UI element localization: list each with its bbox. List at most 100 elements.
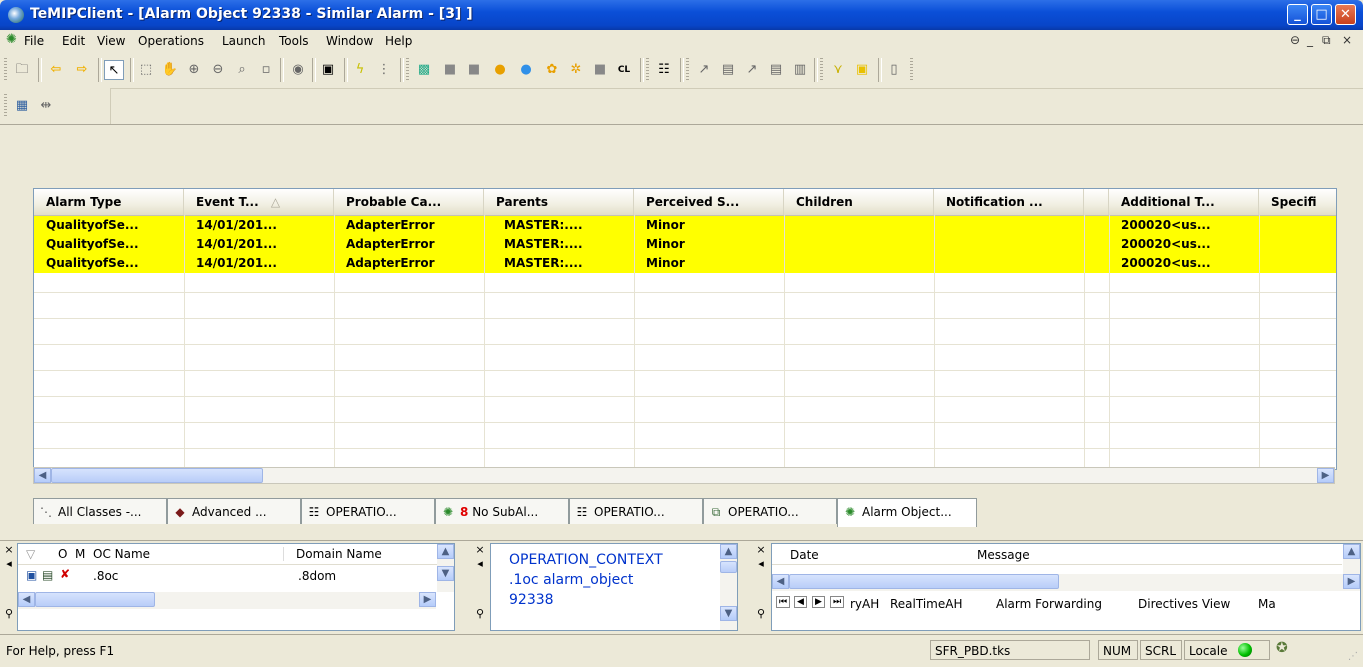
clear-alarm-icon[interactable]: ✲	[566, 60, 586, 80]
log-vertical-scrollbar[interactable]: ▲	[1343, 544, 1360, 574]
menu-window[interactable]: Window	[326, 34, 373, 48]
zoom-in-icon[interactable]: ⊕	[184, 60, 204, 80]
dock-close-button[interactable]: ×	[473, 543, 487, 556]
dock-arrow-icon[interactable]: ◂	[473, 557, 487, 570]
log-tab-realtime-ah[interactable]: RealTimeAH	[890, 597, 962, 611]
scroll-right-button[interactable]: ▶	[419, 592, 436, 607]
tab-advanced[interactable]: ◆ Advanced ...	[167, 498, 301, 524]
first-tab-button[interactable]: ⏮	[776, 596, 791, 608]
scroll-left-button[interactable]: ◀	[772, 574, 789, 589]
dock-arrow-icon[interactable]: ◂	[2, 557, 16, 570]
database-icon[interactable]: ▥	[790, 60, 810, 80]
zoom-fit-icon[interactable]: ▫	[256, 60, 276, 80]
column-header-blank[interactable]	[1084, 189, 1109, 215]
oc-horizontal-scrollbar[interactable]: ◀ ▶	[18, 592, 436, 609]
menu-tools[interactable]: Tools	[279, 34, 309, 48]
back-arrow-icon[interactable]: ⇦	[46, 60, 66, 80]
scroll-down-button[interactable]: ▼	[720, 606, 737, 621]
menu-view[interactable]: View	[97, 34, 125, 48]
notes-icon[interactable]: ▣	[852, 60, 872, 80]
tab-all-classes[interactable]: ⋱ All Classes -...	[33, 498, 167, 524]
tab-no-suballarm[interactable]: ✺ 8 No SubAl...	[435, 498, 569, 524]
column-header-parents[interactable]: Parents	[484, 189, 634, 215]
scroll-right-button[interactable]: ▶	[1343, 574, 1360, 589]
command-line-icon[interactable]: CL	[614, 60, 634, 80]
properties-icon[interactable]: ☷	[654, 60, 674, 80]
column-header-additional-text[interactable]: Additional T...	[1109, 189, 1259, 215]
dock-pin-icon[interactable]: ⚲	[2, 607, 16, 620]
zoom-out-icon[interactable]: ⊖	[208, 60, 228, 80]
dock-arrow-icon[interactable]: ◂	[754, 557, 768, 570]
document-icon[interactable]: ▯	[884, 60, 904, 80]
globe-icon[interactable]: ◉	[288, 60, 308, 80]
tab-alarm-object[interactable]: ✺ Alarm Object...	[837, 498, 977, 527]
filter-icon[interactable]: ▽	[26, 547, 35, 561]
dock-pin-icon[interactable]: ⚲	[473, 607, 487, 620]
handle-alarm-icon[interactable]: ●	[490, 60, 510, 80]
column-header-notification[interactable]: Notification ...	[934, 189, 1084, 215]
dock-close-button[interactable]: ×	[754, 543, 768, 556]
mdi-close-button[interactable]: ×	[1342, 33, 1352, 47]
scroll-thumb[interactable]	[789, 574, 1059, 589]
scroll-up-button[interactable]: ▲	[720, 544, 737, 559]
minimize-button[interactable]: _	[1287, 4, 1308, 25]
scroll-thumb[interactable]	[35, 592, 155, 607]
column-header-specific[interactable]: Specifi	[1259, 189, 1336, 215]
next-tab-button[interactable]: ▶	[812, 596, 825, 608]
filter-icon[interactable]: ⋎	[828, 60, 848, 80]
pan-hand-icon[interactable]: ✋	[160, 60, 180, 80]
scroll-left-button[interactable]: ◀	[18, 592, 35, 607]
close-button[interactable]: ✕	[1335, 4, 1356, 25]
panel-icon[interactable]: ▤	[766, 60, 786, 80]
prev-tab-button[interactable]: ◀	[794, 596, 807, 608]
oc-column-domain[interactable]: Domain Name	[283, 547, 382, 561]
log-tab-more[interactable]: Ma	[1258, 597, 1276, 611]
log-column-message[interactable]: Message	[977, 548, 1030, 562]
assign-alarm-icon[interactable]: ✿	[542, 60, 562, 80]
table-row[interactable]: QualityofSe... 14/01/201... AdapterError…	[34, 216, 1336, 235]
menu-edit[interactable]: Edit	[62, 34, 85, 48]
column-header-alarm-type[interactable]: Alarm Type	[34, 189, 184, 215]
dock-pin-icon[interactable]: ⚲	[754, 607, 768, 620]
pointer-select-icon[interactable]: ↖	[104, 60, 124, 80]
menu-launch[interactable]: Launch	[222, 34, 265, 48]
log-horizontal-scrollbar[interactable]: ◀ ▶	[772, 574, 1360, 591]
column-header-probable-cause[interactable]: Probable Ca...	[334, 189, 484, 215]
scroll-thumb[interactable]	[51, 468, 263, 483]
scroll-thumb[interactable]	[720, 561, 737, 573]
lightning-icon[interactable]: ϟ	[350, 60, 370, 80]
scroll-up-button[interactable]: ▲	[437, 544, 454, 559]
menu-file[interactable]: File	[24, 34, 44, 48]
dock-close-button[interactable]: ×	[2, 543, 16, 556]
terminate-alarm-icon[interactable]: ■	[590, 60, 610, 80]
maximize-button[interactable]: □	[1311, 4, 1332, 25]
grid-horizontal-scrollbar[interactable]: ◀ ▶	[33, 467, 1335, 484]
oc-vertical-scrollbar[interactable]: ▲ ▼	[437, 544, 454, 592]
mdi-minimize-button[interactable]: _	[1307, 33, 1313, 47]
tab-operation-context-1[interactable]: ☷ OPERATIO...	[301, 498, 435, 524]
oc-column-o[interactable]: O	[58, 547, 67, 561]
window-icon[interactable]: ▣	[318, 60, 338, 80]
arrow-link-icon[interactable]: ↗	[742, 60, 762, 80]
traffic-light-icon[interactable]: ⋮	[374, 60, 394, 80]
open-folder-icon[interactable]: 🗀	[12, 60, 32, 80]
table-row[interactable]: QualityofSe... 14/01/201... AdapterError…	[34, 254, 1336, 273]
menu-help[interactable]: Help	[385, 34, 412, 48]
unack-alarm-icon[interactable]: ■	[464, 60, 484, 80]
column-header-perceived-severity[interactable]: Perceived S...	[634, 189, 784, 215]
log-tab-history-ah[interactable]: ryAH	[850, 597, 879, 611]
scroll-left-button[interactable]: ◀	[34, 468, 51, 483]
log-column-date[interactable]: Date	[790, 548, 819, 562]
column-header-event-time[interactable]: Event T... △	[184, 189, 334, 215]
ack-alarm-icon[interactable]: ■	[440, 60, 460, 80]
tab-operation-context-2[interactable]: ☷ OPERATIO...	[569, 498, 703, 524]
arrow-link-icon[interactable]: ↗	[694, 60, 714, 80]
resize-grip[interactable]: ⋰	[1348, 651, 1358, 662]
last-tab-button[interactable]: ⏭	[830, 596, 845, 608]
oc-column-oc-name[interactable]: OC Name	[93, 547, 150, 561]
mdi-restore-icon[interactable]: ⊖	[1290, 33, 1300, 47]
expand-icon[interactable]: ⇹	[36, 96, 56, 116]
scroll-up-button[interactable]: ▲	[1343, 544, 1360, 559]
release-alarm-icon[interactable]: ●	[516, 60, 536, 80]
log-tab-alarm-forwarding[interactable]: Alarm Forwarding	[996, 597, 1102, 611]
